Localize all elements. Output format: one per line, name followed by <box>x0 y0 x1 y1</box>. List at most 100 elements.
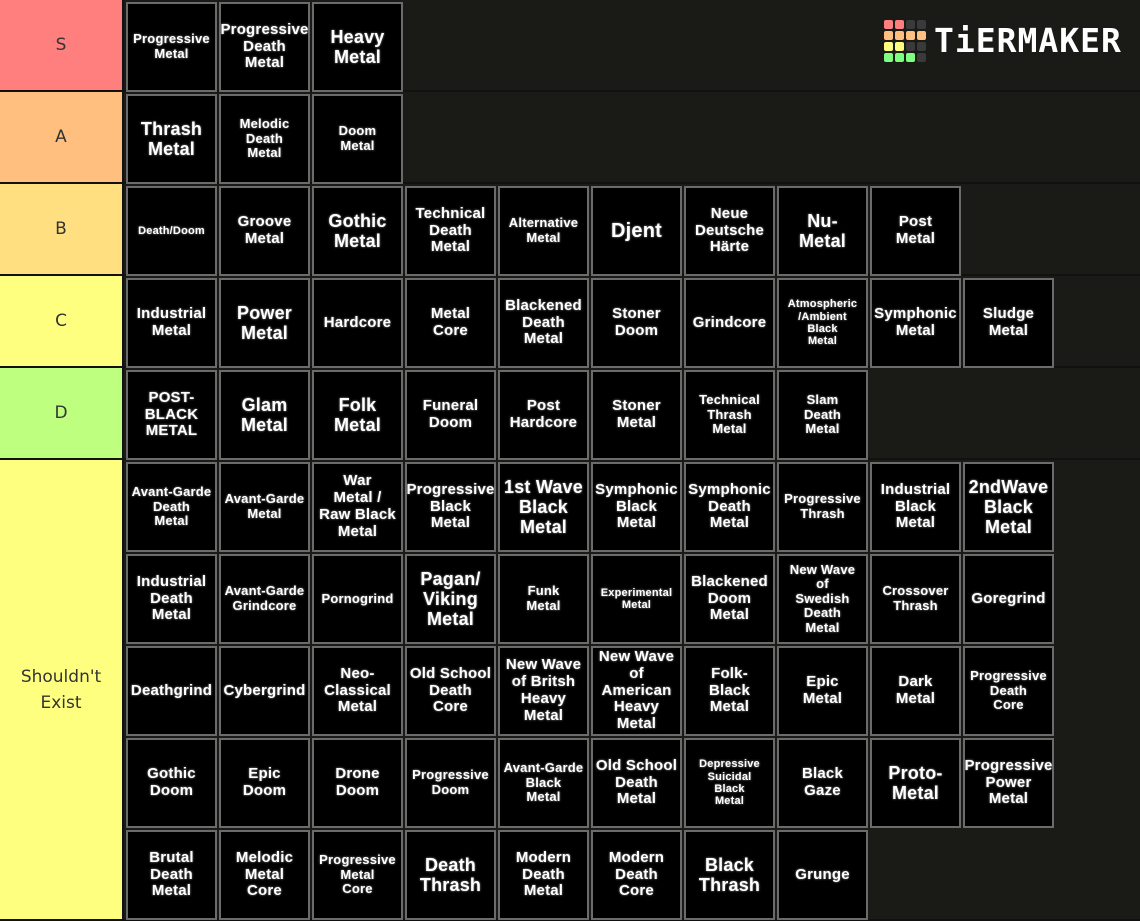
tier-item-tile[interactable]: New Wave of Britsh Heavy Metal <box>498 646 589 736</box>
tier-item-tile[interactable]: Pornogrind <box>312 554 403 644</box>
tier-item-tile[interactable]: Metal Core <box>405 278 496 368</box>
tier-item-tile[interactable]: Grunge <box>777 830 868 920</box>
tier-item-tile[interactable]: Stoner Doom <box>591 278 682 368</box>
tier-item-tile[interactable]: Neo- Classical Metal <box>312 646 403 736</box>
tier-item-tile[interactable]: Old School Death Core <box>405 646 496 736</box>
tier-item-label: Doom Metal <box>338 123 377 153</box>
tier-item-tile[interactable]: Folk Metal <box>312 370 403 460</box>
tier-item-tile[interactable]: Crossover Thrash <box>870 554 961 644</box>
logo-grid-cell <box>906 20 915 29</box>
tier-item-tile[interactable]: Folk- Black Metal <box>684 646 775 736</box>
tier-label[interactable]: Shouldn't Exist <box>0 460 124 919</box>
tier-item-tile[interactable]: Black Gaze <box>777 738 868 828</box>
tier-item-tile[interactable]: Avant-Garde Death Metal <box>126 462 217 552</box>
tier-item-label: Industrial Metal <box>136 305 207 339</box>
tier-item-tile[interactable]: Progressive Power Metal <box>963 738 1054 828</box>
tier-item-tile[interactable]: Deathgrind <box>126 646 217 736</box>
tier-item-label: Symphonic Black Metal <box>595 480 678 532</box>
tier-item-tile[interactable]: Gothic Doom <box>126 738 217 828</box>
tier-item-tile[interactable]: 2ndWave Black Metal <box>963 462 1054 552</box>
tier-item-tile[interactable]: Modern Death Metal <box>498 830 589 920</box>
tier-label[interactable]: S <box>0 0 124 90</box>
tier-item-tile[interactable]: Atmospheric /Ambient Black Metal <box>777 278 868 368</box>
tier-item-tile[interactable]: 1st Wave Black Metal <box>498 462 589 552</box>
tier-item-tile[interactable]: Gothic Metal <box>312 186 403 276</box>
tier-item-tile[interactable]: Grindcore <box>684 278 775 368</box>
tier-item-tile[interactable]: Depressive Suicidal Black Metal <box>684 738 775 828</box>
tier-item-tile[interactable]: Progressive Metal <box>126 2 217 92</box>
tier-item-tile[interactable]: Power Metal <box>219 278 310 368</box>
tier-item-tile[interactable]: Sludge Metal <box>963 278 1054 368</box>
tier-item-tile[interactable]: Thrash Metal <box>126 94 217 184</box>
tier-item-tile[interactable]: Death Thrash <box>405 830 496 920</box>
tier-item-tile[interactable]: Slam Death Metal <box>777 370 868 460</box>
tier-item-tile[interactable]: Old School Death Metal <box>591 738 682 828</box>
tier-item-tile[interactable]: Stoner Metal <box>591 370 682 460</box>
tier-item-tile[interactable]: Hardcore <box>312 278 403 368</box>
tier-items-area[interactable]: Thrash Metal Melodic Death Metal Doom Meta… <box>124 92 1140 184</box>
tier-item-tile[interactable]: Avant-Garde Grindcore <box>219 554 310 644</box>
tier-item-tile[interactable]: Funk Metal <box>498 554 589 644</box>
tier-item-tile[interactable]: New Wave of American Heavy Metal <box>591 646 682 736</box>
tier-item-label: Deathgrind <box>130 681 213 699</box>
tier-items-area[interactable]: Industrial Metal Power Metal Hardcore Metal… <box>124 276 1140 460</box>
tier-item-tile[interactable]: Symphonic Black Metal <box>591 462 682 552</box>
tier-item-tile[interactable]: Progressive Metal Core <box>312 830 403 920</box>
tier-items-area[interactable]: Avant-Garde Death Metal Avant-Garde Metal… <box>124 460 1140 920</box>
tier-item-tile[interactable]: Dark Metal <box>870 646 961 736</box>
tier-item-tile[interactable]: Funeral Doom <box>405 370 496 460</box>
tier-item-tile[interactable]: Modern Death Core <box>591 830 682 920</box>
tier-item-tile[interactable]: Industrial Metal <box>126 278 217 368</box>
tier-item-tile[interactable]: Black Thrash <box>684 830 775 920</box>
tier-label[interactable]: A <box>0 92 124 182</box>
tier-item-tile[interactable]: Avant-Garde Black Metal <box>498 738 589 828</box>
tier-item-tile[interactable]: Technical Thrash Metal <box>684 370 775 460</box>
tier-item-tile[interactable]: Epic Metal <box>777 646 868 736</box>
tier-item-tile[interactable]: Goregrind <box>963 554 1054 644</box>
tier-item-tile[interactable]: Alternative Metal <box>498 186 589 276</box>
tier-item-tile[interactable]: Progressive Death Metal <box>219 2 310 92</box>
tier-item-tile[interactable]: Neue Deutsche Härte <box>684 186 775 276</box>
tier-items-area[interactable]: Death/Doom Groove Metal Gothic Metal Techni… <box>124 184 1140 276</box>
tier-item-tile[interactable]: Industrial Death Metal <box>126 554 217 644</box>
tier-item-tile[interactable]: Djent <box>591 186 682 276</box>
tier-item-tile[interactable]: Death/Doom <box>126 186 217 276</box>
tier-item-tile[interactable]: Post Metal <box>870 186 961 276</box>
tier-item-tile[interactable]: Doom Metal <box>312 94 403 184</box>
tier-item-tile[interactable]: Groove Metal <box>219 186 310 276</box>
tier-item-tile[interactable]: Post Hardcore <box>498 370 589 460</box>
tier-items-area[interactable]: POST- BLACK METAL Glam Metal Folk Metal Fun… <box>124 368 1140 460</box>
tier-item-tile[interactable]: Proto- Metal <box>870 738 961 828</box>
tier-label[interactable]: D <box>0 368 124 458</box>
tier-item-tile[interactable]: Brutal Death Metal <box>126 830 217 920</box>
tier-item-tile[interactable]: Industrial Black Metal <box>870 462 961 552</box>
tier-item-label: Post Metal <box>895 213 936 247</box>
tier-item-tile[interactable]: War Metal / Raw Black Metal <box>312 462 403 552</box>
tier-item-tile[interactable]: Progressive Death Core <box>963 646 1054 736</box>
tier-item-tile[interactable]: Progressive Black Metal <box>405 462 496 552</box>
tier-item-tile[interactable]: Pagan/ Viking Metal <box>405 554 496 644</box>
tier-item-tile[interactable]: Symphonic Metal <box>870 278 961 368</box>
tier-item-tile[interactable]: Progressive Thrash <box>777 462 868 552</box>
logo-grid-cell <box>895 31 904 40</box>
tier-item-tile[interactable]: POST- BLACK METAL <box>126 370 217 460</box>
tier-label[interactable]: C <box>0 276 124 366</box>
tier-item-tile[interactable]: Technical Death Metal <box>405 186 496 276</box>
tier-item-tile[interactable]: Heavy Metal <box>312 2 403 92</box>
tier-item-tile[interactable]: Melodic Death Metal <box>219 94 310 184</box>
tier-item-tile[interactable]: Experimental Metal <box>591 554 682 644</box>
tier-item-tile[interactable]: Progressive Doom <box>405 738 496 828</box>
tier-item-tile[interactable]: Avant-Garde Metal <box>219 462 310 552</box>
tier-item-tile[interactable]: Melodic Metal Core <box>219 830 310 920</box>
tier-item-tile[interactable]: Epic Doom <box>219 738 310 828</box>
tier-item-label: Funk Metal <box>526 583 561 613</box>
tier-item-tile[interactable]: Drone Doom <box>312 738 403 828</box>
tier-item-tile[interactable]: Blackened Doom Metal <box>684 554 775 644</box>
tier-item-tile[interactable]: Cybergrind <box>219 646 310 736</box>
tier-item-tile[interactable]: Symphonic Death Metal <box>684 462 775 552</box>
tier-item-tile[interactable]: Glam Metal <box>219 370 310 460</box>
tier-item-tile[interactable]: Blackened Death Metal <box>498 278 589 368</box>
tier-item-tile[interactable]: New Wave of Swedish Death Metal <box>777 554 868 644</box>
tier-label[interactable]: B <box>0 184 124 274</box>
tier-item-tile[interactable]: Nu- Metal <box>777 186 868 276</box>
